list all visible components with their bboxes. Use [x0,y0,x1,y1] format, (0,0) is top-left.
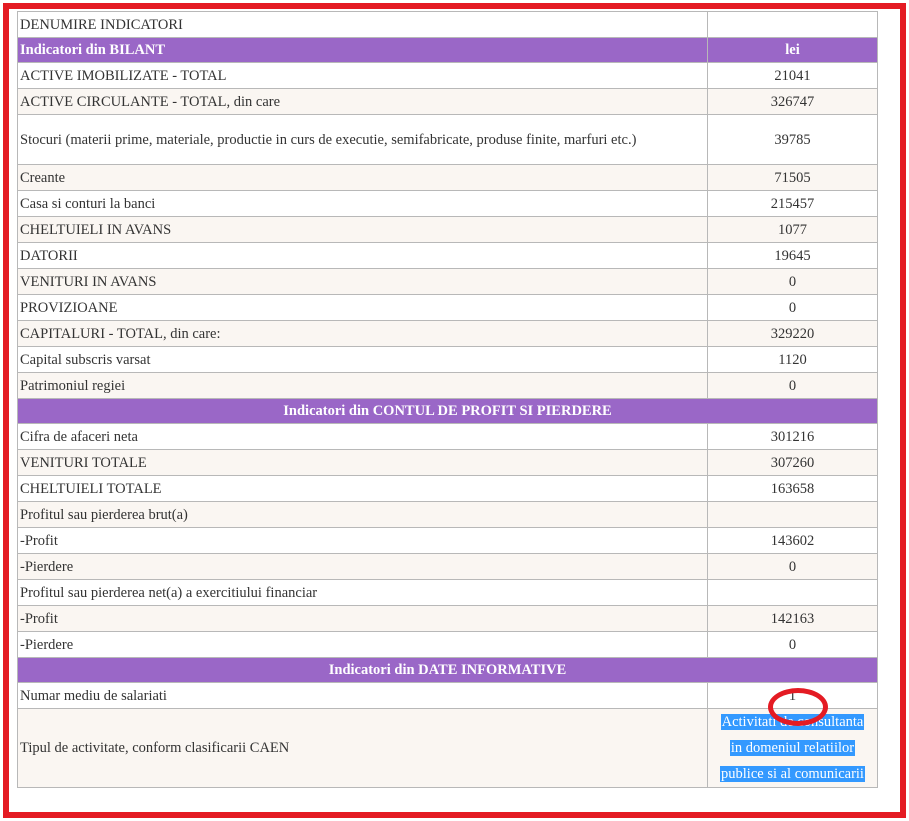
row-value [707,579,878,606]
table-row: -Profit 143602 [17,527,878,554]
row-label: CHELTUIELI IN AVANS [17,216,708,243]
row-label: Capital subscris varsat [17,346,708,373]
row-label: Creante [17,164,708,191]
caen-line: in domeniul relatiilor [729,740,856,756]
header-label: DENUMIRE INDICATORI [17,11,708,38]
row-value: 215457 [707,190,878,217]
table-row: PROVIZIOANE 0 [17,294,878,321]
section-header-bilant: Indicatori din BILANT lei [17,37,878,63]
section-title: Indicatori din BILANT [17,37,708,63]
row-value: 163658 [707,475,878,502]
row-value: 19645 [707,242,878,269]
row-label: DATORII [17,242,708,269]
row-value: 0 [707,553,878,580]
row-value: 1077 [707,216,878,243]
row-label: CAPITALURI - TOTAL, din care: [17,320,708,347]
header-value [707,11,878,38]
table-row: ACTIVE CIRCULANTE - TOTAL, din care 3267… [17,88,878,115]
row-label: Profitul sau pierderea net(a) a exerciti… [17,579,708,606]
row-label: -Profit [17,527,708,554]
row-value: 307260 [707,449,878,476]
row-label: ACTIVE CIRCULANTE - TOTAL, din care [17,88,708,115]
row-label: Numar mediu de salariati [17,682,708,709]
table-row: -Pierdere 0 [17,553,878,580]
row-value: 142163 [707,605,878,632]
section-header-informative: Indicatori din DATE INFORMATIVE [17,657,878,683]
row-label: PROVIZIOANE [17,294,708,321]
table-row-employees: Numar mediu de salariati 1 [17,682,878,709]
table-row: CAPITALURI - TOTAL, din care: 329220 [17,320,878,347]
table-row: Stocuri (materii prime, materiale, produ… [17,114,878,165]
row-label: Profitul sau pierderea brut(a) [17,501,708,528]
row-label: Casa si conturi la banci [17,190,708,217]
row-value: 0 [707,372,878,399]
row-value: 143602 [707,527,878,554]
row-value: 71505 [707,164,878,191]
caen-line: publice si al comunicarii [720,766,865,782]
row-value: 301216 [707,423,878,450]
table-row: ACTIVE IMOBILIZATE - TOTAL 21041 [17,62,878,89]
row-label: CHELTUIELI TOTALE [17,475,708,502]
table-row: Profitul sau pierderea brut(a) [17,501,878,528]
caen-value[interactable]: Activitati de consultanta in domeniul re… [707,708,878,788]
table-row: VENITURI TOTALE 307260 [17,449,878,476]
unit-label: lei [707,37,878,63]
row-value: 0 [707,294,878,321]
row-value: 0 [707,268,878,295]
row-label: Cifra de afaceri neta [17,423,708,450]
employees-value: 1 [707,682,878,709]
table-row: Profitul sau pierderea net(a) a exerciti… [17,579,878,606]
table-row: -Pierdere 0 [17,631,878,658]
row-label: Tipul de activitate, conform clasificari… [17,708,708,788]
table-row-caen: Tipul de activitate, conform clasificari… [17,708,878,788]
row-value: 1120 [707,346,878,373]
table-row: DATORII 19645 [17,242,878,269]
row-label: Stocuri (materii prime, materiale, produ… [17,114,708,165]
table-row: -Profit 142163 [17,605,878,632]
caen-line: Activitati de consultanta [720,714,865,730]
row-value [707,501,878,528]
row-label: Patrimoniul regiei [17,372,708,399]
row-label: -Profit [17,605,708,632]
row-label: VENITURI TOTALE [17,449,708,476]
table-row: CHELTUIELI TOTALE 163658 [17,475,878,502]
table-row: Cifra de afaceri neta 301216 [17,423,878,450]
section-title: Indicatori din DATE INFORMATIVE [17,657,878,683]
financial-indicators-table: DENUMIRE INDICATORI Indicatori din BILAN… [17,11,878,788]
row-value: 0 [707,631,878,658]
table-row: Capital subscris varsat 1120 [17,346,878,373]
row-value: 329220 [707,320,878,347]
row-value: 39785 [707,114,878,165]
section-title: Indicatori din CONTUL DE PROFIT SI PIERD… [17,398,878,424]
row-label: -Pierdere [17,553,708,580]
table-row: Patrimoniul regiei 0 [17,372,878,399]
table-row: VENITURI IN AVANS 0 [17,268,878,295]
table-header-row: DENUMIRE INDICATORI [17,11,878,38]
row-label: -Pierdere [17,631,708,658]
table-row: Casa si conturi la banci 215457 [17,190,878,217]
row-value: 21041 [707,62,878,89]
table-row: Creante 71505 [17,164,878,191]
row-label: VENITURI IN AVANS [17,268,708,295]
table-row: CHELTUIELI IN AVANS 1077 [17,216,878,243]
row-value: 326747 [707,88,878,115]
row-label: ACTIVE IMOBILIZATE - TOTAL [17,62,708,89]
section-header-profit: Indicatori din CONTUL DE PROFIT SI PIERD… [17,398,878,424]
